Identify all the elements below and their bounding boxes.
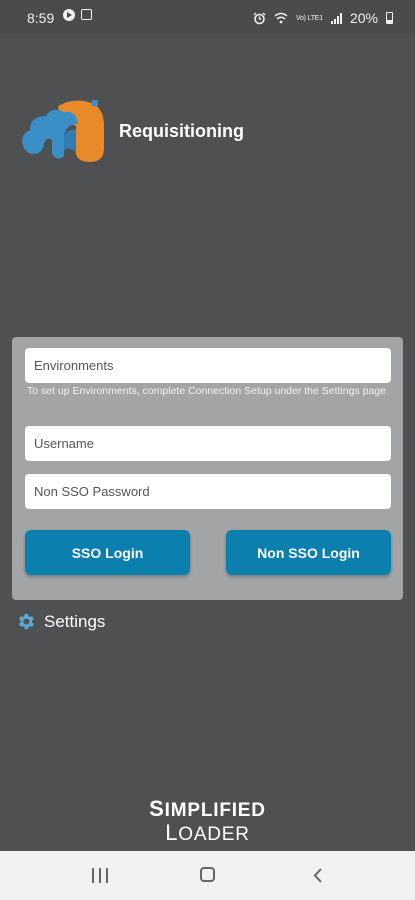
- status-bar: 8:59 Vo) LTE1 20%: [0, 0, 415, 34]
- navigation-bar: [0, 851, 415, 900]
- non-sso-login-button[interactable]: Non SSO Login: [226, 530, 391, 575]
- app-title: Requisitioning: [119, 121, 244, 141]
- brand-line-1: SIMPLIFIED: [149, 796, 266, 821]
- username-input[interactable]: [25, 426, 391, 461]
- signal-icon: [330, 12, 342, 24]
- status-time: 8:59: [27, 10, 55, 26]
- settings-label: Settings: [44, 611, 106, 631]
- sso-login-button[interactable]: SSO Login: [25, 530, 190, 575]
- environments-hint: To set up Environments, complete Connect…: [27, 385, 386, 397]
- play-circle-icon: [63, 9, 75, 21]
- gear-icon: [18, 613, 34, 630]
- app-logo: [22, 100, 104, 162]
- battery-icon: [386, 12, 393, 24]
- network-type-label: Vo) LTE1: [295, 14, 323, 22]
- settings-link[interactable]: Settings: [15, 611, 105, 632]
- wifi-icon: [274, 12, 288, 24]
- home-icon[interactable]: [200, 867, 215, 882]
- gallery-icon: [81, 9, 92, 20]
- environments-select[interactable]: Environments: [25, 348, 391, 383]
- environments-placeholder: Environments: [34, 358, 114, 373]
- login-panel: Environments To set up Environments, com…: [12, 337, 403, 600]
- password-input[interactable]: [25, 474, 391, 509]
- back-icon[interactable]: [311, 867, 327, 884]
- brand-line-2: LOADER: [165, 820, 250, 845]
- alarm-icon: [253, 12, 266, 24]
- recent-apps-icon[interactable]: [92, 868, 108, 883]
- battery-percent: 20%: [349, 10, 378, 26]
